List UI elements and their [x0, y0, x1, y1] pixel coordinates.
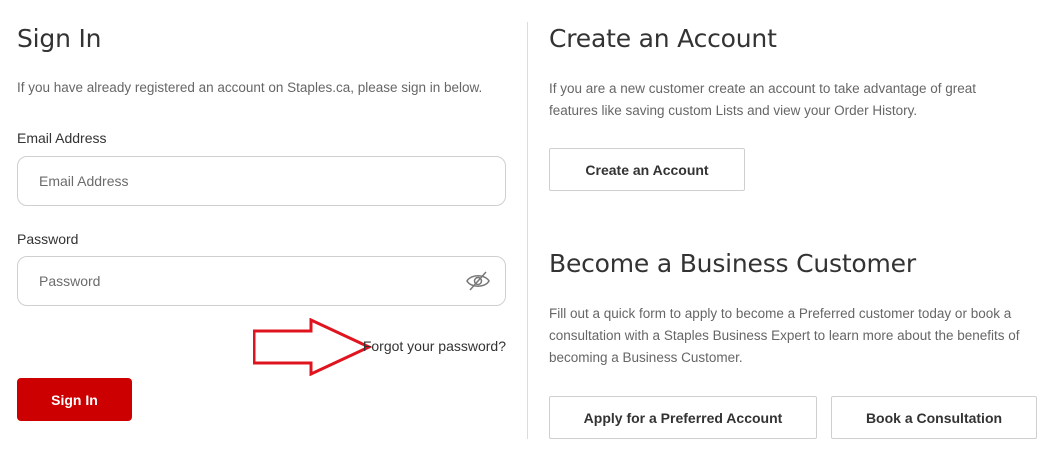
- business-customer-description: Fill out a quick form to apply to become…: [549, 306, 1020, 365]
- create-account-button[interactable]: Create an Account: [549, 148, 745, 191]
- email-label: Email Address: [17, 130, 107, 146]
- forgot-password-link[interactable]: Forgot your password?: [363, 338, 506, 354]
- create-account-description: If you are a new customer create an acco…: [549, 81, 977, 118]
- create-account-title: Create an Account: [549, 24, 777, 53]
- email-input[interactable]: [18, 157, 438, 205]
- right-arrow-annotation: [253, 318, 373, 376]
- book-consultation-button[interactable]: Book a Consultation: [831, 396, 1037, 439]
- sign-in-title: Sign In: [17, 24, 102, 53]
- apply-preferred-account-button[interactable]: Apply for a Preferred Account: [549, 396, 817, 439]
- password-field-wrapper: [17, 256, 506, 306]
- sign-in-button[interactable]: Sign In: [17, 378, 132, 421]
- sign-in-intro: If you have already registered an accoun…: [17, 80, 483, 95]
- business-customer-title: Become a Business Customer: [549, 249, 916, 278]
- eye-slash-icon[interactable]: [465, 270, 491, 292]
- sign-in-section: Sign In If you have already registered a…: [17, 0, 506, 457]
- section-divider: [527, 22, 528, 439]
- password-label: Password: [17, 231, 79, 247]
- email-field-wrapper: [17, 156, 506, 206]
- account-options-section: Create an Account If you are a new custo…: [549, 0, 1039, 457]
- password-input[interactable]: [18, 257, 438, 305]
